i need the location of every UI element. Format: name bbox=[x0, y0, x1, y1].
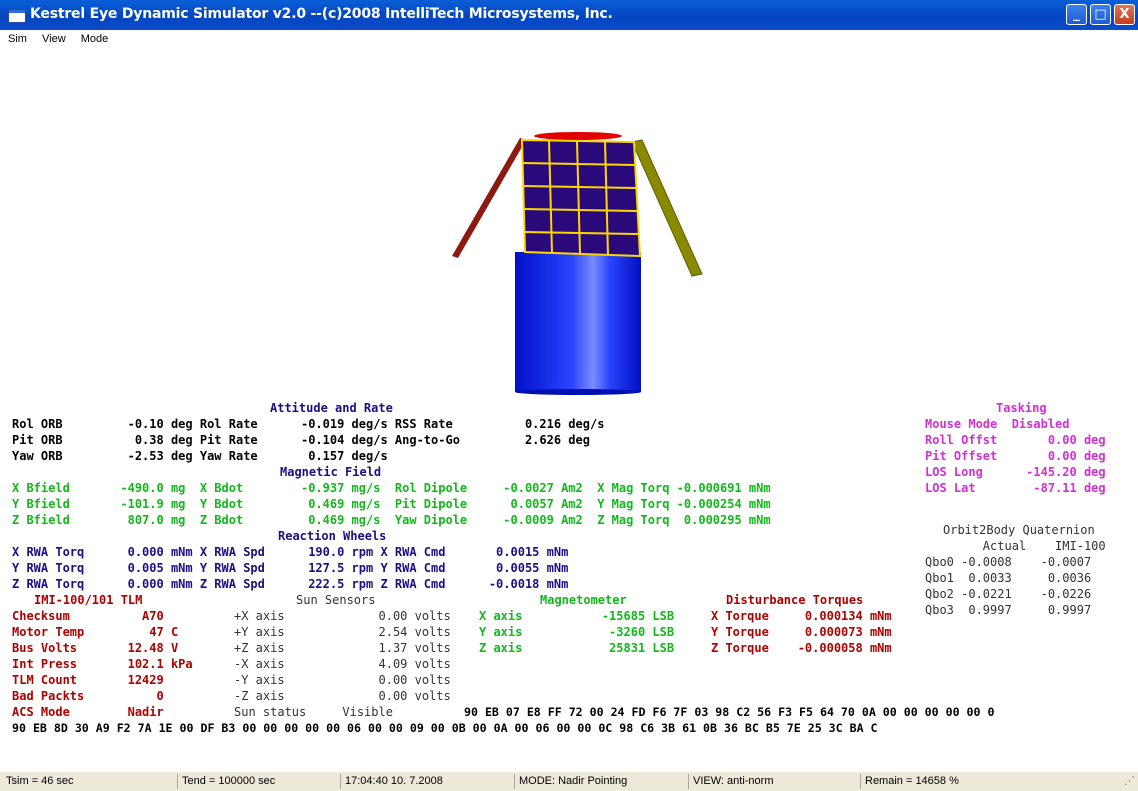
imi-int-press: Int Press 102.1 kPa bbox=[12, 657, 193, 671]
status-bar: Tsim = 46 sec Tend = 100000 sec 17:04:40… bbox=[0, 771, 1138, 791]
status-remain: Remain = 14658 % bbox=[860, 774, 1115, 789]
magnetic-row-z: Z Bfield 807.0 mg Z Bdot 0.469 mg/s Yaw … bbox=[12, 513, 771, 527]
imi-header: IMI-100/101 TLM bbox=[34, 593, 143, 607]
window-title: Kestrel Eye Dynamic Simulator v2.0 --(c)… bbox=[30, 6, 613, 22]
title-bar[interactable]: Kestrel Eye Dynamic Simulator v2.0 --(c)… bbox=[0, 0, 1138, 30]
wheels-row-y: Y RWA Torq 0.005 mNm Y RWA Spd 127.5 rpm… bbox=[12, 561, 569, 575]
quaternion-qbo3: Qbo3 0.9997 0.9997 bbox=[925, 603, 1092, 617]
attitude-row-yaw: Yaw ORB -2.53 deg Yaw Rate 0.157 deg/s bbox=[12, 449, 388, 463]
solar-array bbox=[520, 138, 642, 258]
menu-view[interactable]: View bbox=[38, 30, 70, 48]
quaternion-header: Orbit2Body Quaternion bbox=[943, 523, 1095, 537]
attitude-header: Attitude and Rate bbox=[270, 401, 393, 415]
menu-bar: Sim View Mode bbox=[0, 30, 1138, 50]
sun-nx: -X axis 4.09 volts bbox=[234, 657, 451, 671]
app-window-icon bbox=[8, 9, 26, 23]
resize-grip-icon[interactable]: ⋰ bbox=[1120, 774, 1136, 789]
sun-py: +Y axis 2.54 volts bbox=[234, 625, 451, 639]
attitude-row-roll: Rol ORB -0.10 deg Rol Rate -0.019 deg/s … bbox=[12, 417, 605, 431]
tasking-mouse-mode[interactable]: Mouse Mode Disabled bbox=[925, 416, 1070, 432]
wheels-row-z: Z RWA Torq 0.000 mNm Z RWA Spd 222.5 rpm… bbox=[12, 577, 569, 591]
magnetometer-header: Magnetometer bbox=[540, 593, 627, 607]
magnetometer-z: Z axis 25831 LSB bbox=[479, 641, 675, 655]
sun-status: Sun status Visible bbox=[234, 705, 393, 719]
imi-bus-volts: Bus Volts 12.48 V bbox=[12, 641, 179, 655]
quaternion-columns: Actual IMI-100 bbox=[925, 539, 1106, 553]
magnetometer-x: X axis -15685 LSB bbox=[479, 609, 675, 623]
maximize-button[interactable]: □ bbox=[1090, 4, 1111, 25]
imi-bad-packets: Bad Packts 0 bbox=[12, 689, 164, 703]
magnetic-row-y: Y Bfield -101.9 mg Y Bdot 0.469 mg/s Pit… bbox=[12, 497, 771, 511]
quaternion-qbo0: Qbo0 -0.0008 -0.0007 bbox=[925, 555, 1092, 569]
imi-acs-mode: ACS Mode Nadir bbox=[12, 705, 164, 719]
status-datetime: 17:04:40 10. 7.2008 bbox=[340, 774, 513, 789]
imi-motor-temp: Motor Temp 47 C bbox=[12, 625, 179, 639]
tasking-pitch-offset[interactable]: Pit Offset 0.00 deg bbox=[925, 448, 1106, 464]
satellite-model bbox=[452, 132, 703, 395]
status-tsim: Tsim = 46 sec bbox=[6, 775, 74, 787]
quaternion-qbo2: Qbo2 -0.0221 -0.0226 bbox=[925, 587, 1092, 601]
sun-px: +X axis 0.00 volts bbox=[234, 609, 451, 623]
close-button[interactable]: X bbox=[1114, 4, 1135, 25]
tasking-los-lat[interactable]: LOS Lat -87.11 deg bbox=[925, 480, 1106, 496]
magnetic-row-x: X Bfield -490.0 mg X Bdot -0.937 mg/s Ro… bbox=[12, 481, 771, 495]
magnetometer-y: Y axis -3260 LSB bbox=[479, 625, 675, 639]
top-disc bbox=[534, 132, 622, 140]
quaternion-qbo1: Qbo1 0.0033 0.0036 bbox=[925, 571, 1092, 585]
left-antenna bbox=[452, 138, 526, 258]
disturbance-x: X Torque 0.000134 mNm bbox=[711, 609, 892, 623]
wheels-row-x: X RWA Torq 0.000 mNm X RWA Spd 190.0 rpm… bbox=[12, 545, 569, 559]
attitude-row-pitch: Pit ORB 0.38 deg Pit Rate -0.104 deg/s A… bbox=[12, 433, 590, 447]
imi-checksum: Checksum A70 bbox=[12, 609, 164, 623]
imi-tlm-count: TLM Count 12429 bbox=[12, 673, 164, 687]
wheels-header: Reaction Wheels bbox=[278, 529, 387, 543]
tasking-los-long[interactable]: LOS Long -145.20 deg bbox=[925, 464, 1106, 480]
disturbance-z: Z Torque -0.000058 mNm bbox=[711, 641, 892, 655]
menu-sim[interactable]: Sim bbox=[4, 30, 31, 48]
magnetic-header: Magnetic Field bbox=[280, 465, 382, 479]
tasking-roll-offset[interactable]: Roll Offst 0.00 deg bbox=[925, 432, 1106, 448]
sun-ny: -Y axis 0.00 volts bbox=[234, 673, 451, 687]
hex-dump-line-2: 90 EB 8D 30 A9 F2 7A 1E 00 DF B3 00 00 0… bbox=[12, 721, 878, 735]
tasking-header: Tasking bbox=[996, 401, 1047, 415]
status-tend: Tend = 100000 sec bbox=[177, 774, 337, 789]
disturbance-y: Y Torque 0.000073 mNm bbox=[711, 625, 892, 639]
satellite-cylinder-body bbox=[515, 252, 641, 392]
status-view: VIEW: anti-norm bbox=[688, 774, 859, 789]
sun-nz: -Z axis 0.00 volts bbox=[234, 689, 451, 703]
sun-pz: +Z axis 1.37 volts bbox=[234, 641, 451, 655]
menu-mode[interactable]: Mode bbox=[77, 30, 113, 48]
status-mode: MODE: Nadir Pointing bbox=[514, 774, 685, 789]
hex-dump-line-1: 90 EB 07 E8 FF 72 00 24 FD F6 7F 03 98 C… bbox=[464, 705, 995, 719]
disturbance-header: Disturbance Torques bbox=[726, 593, 864, 607]
satellite-3d-view[interactable] bbox=[0, 52, 1138, 397]
right-solar-panel bbox=[631, 139, 703, 277]
minimize-button[interactable]: _ bbox=[1066, 4, 1087, 25]
sun-header: Sun Sensors bbox=[296, 593, 376, 607]
